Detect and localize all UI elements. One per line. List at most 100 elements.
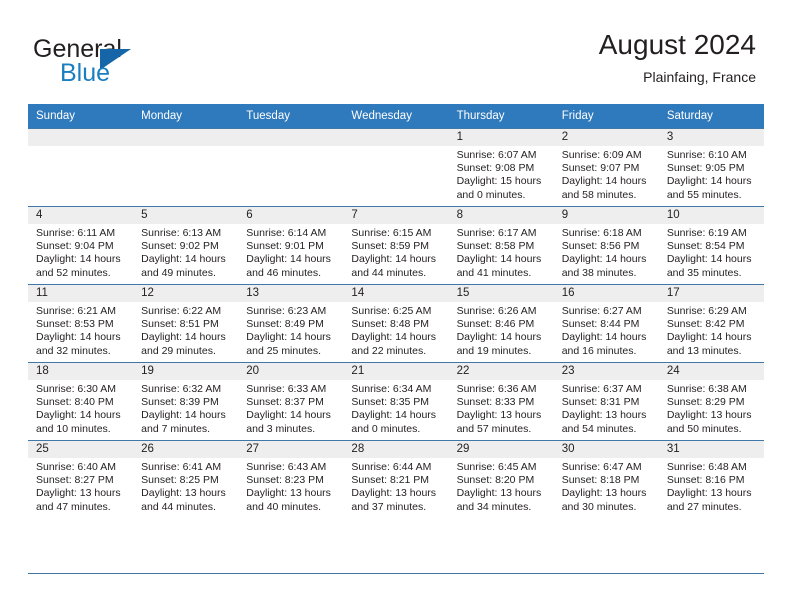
calendar-day-cell[interactable]: 2 Sunrise: 6:09 AM Sunset: 9:07 PM Daylight… <box>553 128 659 207</box>
day-cell[interactable]: 23 Sunrise: 6:37 AM Sunset: 8:31 PM Dayligh… <box>553 363 659 440</box>
calendar-day-cell[interactable]: 18 Sunrise: 6:30 AM Sunset: 8:40 PM Dayligh… <box>28 362 134 441</box>
day-cell[interactable]: 21 Sunrise: 6:34 AM Sunset: 8:35 PM Dayligh… <box>343 363 449 440</box>
calendar-day-cell[interactable]: 8 Sunrise: 6:17 AM Sunset: 8:58 PM Daylight… <box>448 206 554 285</box>
calendar-day-cell[interactable]: 16 Sunrise: 6:27 AM Sunset: 8:44 PM Dayligh… <box>553 284 659 363</box>
sunrise-text: Sunrise: 6:40 AM <box>36 461 116 473</box>
calendar-day-cell[interactable] <box>28 128 134 207</box>
title-block: August 2024 Plainfaing, France <box>599 28 756 86</box>
daylight-text-line2: and 57 minutes. <box>456 422 532 435</box>
calendar-day-cell[interactable]: 22 Sunrise: 6:36 AM Sunset: 8:33 PM Dayligh… <box>448 362 554 441</box>
day-cell[interactable]: 5 Sunrise: 6:13 AM Sunset: 9:02 PM Daylight… <box>133 207 239 284</box>
day-cell[interactable]: 18 Sunrise: 6:30 AM Sunset: 8:40 PM Dayligh… <box>28 363 134 440</box>
sunset-text: Sunset: 8:46 PM <box>456 318 535 331</box>
calendar-day-cell[interactable]: 11 Sunrise: 6:21 AM Sunset: 8:53 PM Dayligh… <box>28 284 134 363</box>
calendar-day-cell[interactable]: 25 Sunrise: 6:40 AM Sunset: 8:27 PM Dayligh… <box>28 440 134 518</box>
calendar-day-cell[interactable]: 26 Sunrise: 6:41 AM Sunset: 8:25 PM Dayligh… <box>133 440 239 518</box>
day-cell[interactable]: 28 Sunrise: 6:44 AM Sunset: 8:21 PM Dayligh… <box>343 441 449 518</box>
daylight-text-line1: Daylight: 14 hours <box>666 253 752 266</box>
calendar-day-cell[interactable]: 28 Sunrise: 6:44 AM Sunset: 8:21 PM Dayligh… <box>343 440 449 518</box>
day-cell[interactable]: 26 Sunrise: 6:41 AM Sunset: 8:25 PM Dayligh… <box>133 441 239 518</box>
sunset-text: Sunset: 9:05 PM <box>666 162 745 175</box>
calendar-day-cell[interactable]: 23 Sunrise: 6:37 AM Sunset: 8:31 PM Dayligh… <box>553 362 659 441</box>
calendar-day-cell[interactable]: 4 Sunrise: 6:11 AM Sunset: 9:04 PM Daylight… <box>28 206 134 285</box>
sunset-text: Sunset: 8:49 PM <box>246 318 324 331</box>
day-number: 2 <box>553 129 659 146</box>
daylight-text-line2: and 55 minutes. <box>666 188 742 201</box>
sunrise-text: Sunrise: 6:14 AM <box>246 227 327 239</box>
sunrise-text: Sunrise: 6:38 AM <box>666 383 747 395</box>
calendar-day-cell[interactable] <box>343 128 449 207</box>
weekday-header-wednesday: Wednesday <box>343 104 449 129</box>
calendar-day-cell[interactable]: 31 Sunrise: 6:48 AM Sunset: 8:16 PM Dayligh… <box>658 440 764 518</box>
day-cell[interactable]: 22 Sunrise: 6:36 AM Sunset: 8:33 PM Dayligh… <box>448 363 554 440</box>
calendar-day-cell[interactable]: 13 Sunrise: 6:23 AM Sunset: 8:49 PM Dayligh… <box>238 284 344 363</box>
day-number: 6 <box>238 207 344 224</box>
sunrise-text: Sunrise: 6:37 AM <box>561 383 642 395</box>
calendar-day-cell[interactable]: 24 Sunrise: 6:38 AM Sunset: 8:29 PM Dayligh… <box>658 362 764 441</box>
sunrise-text: Sunrise: 6:34 AM <box>351 383 432 395</box>
calendar-day-cell[interactable]: 6 Sunrise: 6:14 AM Sunset: 9:01 PM Daylight… <box>238 206 344 285</box>
day-details: Sunrise: 6:36 AM Sunset: 8:33 PM Daylight:… <box>449 380 554 436</box>
brand-logo[interactable]: General Blue <box>33 36 213 88</box>
calendar-day-cell[interactable]: 14 Sunrise: 6:25 AM Sunset: 8:48 PM Dayligh… <box>343 284 449 363</box>
day-details: Sunrise: 6:19 AM Sunset: 8:54 PM Daylight:… <box>659 224 764 280</box>
day-cell[interactable]: 7 Sunrise: 6:15 AM Sunset: 8:59 PM Daylight… <box>343 207 449 284</box>
day-number: 26 <box>133 441 239 458</box>
day-cell[interactable]: 1 Sunrise: 6:07 AM Sunset: 9:08 PM Daylight… <box>448 129 554 206</box>
calendar-day-cell[interactable]: 9 Sunrise: 6:18 AM Sunset: 8:56 PM Daylight… <box>553 206 659 285</box>
day-cell[interactable]: 13 Sunrise: 6:23 AM Sunset: 8:49 PM Dayligh… <box>238 285 344 362</box>
day-cell[interactable]: 25 Sunrise: 6:40 AM Sunset: 8:27 PM Dayligh… <box>28 441 134 518</box>
day-cell[interactable]: 10 Sunrise: 6:19 AM Sunset: 8:54 PM Dayligh… <box>658 207 764 284</box>
day-cell[interactable]: 16 Sunrise: 6:27 AM Sunset: 8:44 PM Dayligh… <box>553 285 659 362</box>
day-cell[interactable]: 30 Sunrise: 6:47 AM Sunset: 8:18 PM Dayligh… <box>553 441 659 518</box>
calendar-day-cell[interactable]: 17 Sunrise: 6:29 AM Sunset: 8:42 PM Dayligh… <box>658 284 764 363</box>
day-cell[interactable]: 11 Sunrise: 6:21 AM Sunset: 8:53 PM Dayligh… <box>28 285 134 362</box>
calendar-day-cell[interactable]: 7 Sunrise: 6:15 AM Sunset: 8:59 PM Daylight… <box>343 206 449 285</box>
day-details: Sunrise: 6:45 AM Sunset: 8:20 PM Daylight:… <box>449 458 554 514</box>
calendar-day-cell[interactable]: 3 Sunrise: 6:10 AM Sunset: 9:05 PM Daylight… <box>658 128 764 207</box>
calendar-day-cell[interactable]: 21 Sunrise: 6:34 AM Sunset: 8:35 PM Dayligh… <box>343 362 449 441</box>
sunrise-text: Sunrise: 6:22 AM <box>141 305 222 317</box>
calendar-day-cell[interactable] <box>238 128 344 207</box>
day-cell[interactable]: 2 Sunrise: 6:09 AM Sunset: 9:07 PM Daylight… <box>553 129 659 206</box>
day-cell[interactable]: 14 Sunrise: 6:25 AM Sunset: 8:48 PM Dayligh… <box>343 285 449 362</box>
day-details: Sunrise: 6:26 AM Sunset: 8:46 PM Daylight:… <box>449 302 554 358</box>
calendar-day-cell[interactable]: 1 Sunrise: 6:07 AM Sunset: 9:08 PM Daylight… <box>448 128 554 207</box>
day-cell[interactable]: 9 Sunrise: 6:18 AM Sunset: 8:56 PM Daylight… <box>553 207 659 284</box>
day-cell[interactable]: 3 Sunrise: 6:10 AM Sunset: 9:05 PM Daylight… <box>658 129 764 206</box>
day-number: 20 <box>238 363 344 380</box>
sunrise-text: Sunrise: 6:11 AM <box>36 227 116 239</box>
day-cell[interactable]: 6 Sunrise: 6:14 AM Sunset: 9:01 PM Daylight… <box>238 207 344 284</box>
calendar-day-cell[interactable]: 19 Sunrise: 6:32 AM Sunset: 8:39 PM Dayligh… <box>133 362 239 441</box>
day-cell[interactable]: 17 Sunrise: 6:29 AM Sunset: 8:42 PM Dayligh… <box>658 285 764 362</box>
day-cell[interactable]: 8 Sunrise: 6:17 AM Sunset: 8:58 PM Daylight… <box>448 207 554 284</box>
sunrise-text: Sunrise: 6:44 AM <box>351 461 432 473</box>
day-cell[interactable]: 31 Sunrise: 6:48 AM Sunset: 8:16 PM Dayligh… <box>658 441 764 518</box>
day-cell[interactable]: 27 Sunrise: 6:43 AM Sunset: 8:23 PM Dayligh… <box>238 441 344 518</box>
day-cell[interactable]: 19 Sunrise: 6:32 AM Sunset: 8:39 PM Dayligh… <box>133 363 239 440</box>
calendar-day-cell[interactable] <box>133 128 239 207</box>
calendar-day-cell[interactable]: 5 Sunrise: 6:13 AM Sunset: 9:02 PM Daylight… <box>133 206 239 285</box>
day-number: 3 <box>658 129 764 146</box>
day-number: 21 <box>343 363 449 380</box>
daylight-text-line1: Daylight: 14 hours <box>351 253 437 266</box>
calendar-day-cell[interactable]: 10 Sunrise: 6:19 AM Sunset: 8:54 PM Dayligh… <box>658 206 764 285</box>
day-number <box>133 129 239 146</box>
sunset-text: Sunset: 8:58 PM <box>456 240 535 253</box>
calendar-day-cell[interactable]: 29 Sunrise: 6:45 AM Sunset: 8:20 PM Dayligh… <box>448 440 554 518</box>
day-cell[interactable]: 4 Sunrise: 6:11 AM Sunset: 9:04 PM Daylight… <box>28 207 134 284</box>
day-cell[interactable]: 15 Sunrise: 6:26 AM Sunset: 8:46 PM Dayligh… <box>448 285 554 362</box>
daylight-text-line2: and 58 minutes. <box>561 188 637 201</box>
day-cell[interactable]: 12 Sunrise: 6:22 AM Sunset: 8:51 PM Dayligh… <box>133 285 239 362</box>
calendar-day-cell[interactable]: 15 Sunrise: 6:26 AM Sunset: 8:46 PM Dayligh… <box>448 284 554 363</box>
day-cell[interactable]: 29 Sunrise: 6:45 AM Sunset: 8:20 PM Dayligh… <box>448 441 554 518</box>
day-details: Sunrise: 6:34 AM Sunset: 8:35 PM Daylight:… <box>343 380 448 436</box>
calendar-day-cell[interactable]: 12 Sunrise: 6:22 AM Sunset: 8:51 PM Dayligh… <box>133 284 239 363</box>
day-details: Sunrise: 6:18 AM Sunset: 8:56 PM Daylight:… <box>554 224 659 280</box>
calendar-day-cell[interactable]: 30 Sunrise: 6:47 AM Sunset: 8:18 PM Dayligh… <box>553 440 659 518</box>
day-cell[interactable]: 24 Sunrise: 6:38 AM Sunset: 8:29 PM Dayligh… <box>658 363 764 440</box>
calendar-day-cell[interactable]: 27 Sunrise: 6:43 AM Sunset: 8:23 PM Dayligh… <box>238 440 344 518</box>
calendar-day-cell[interactable]: 20 Sunrise: 6:33 AM Sunset: 8:37 PM Dayligh… <box>238 362 344 441</box>
day-number: 29 <box>448 441 554 458</box>
day-cell[interactable]: 20 Sunrise: 6:33 AM Sunset: 8:37 PM Dayligh… <box>238 363 344 440</box>
